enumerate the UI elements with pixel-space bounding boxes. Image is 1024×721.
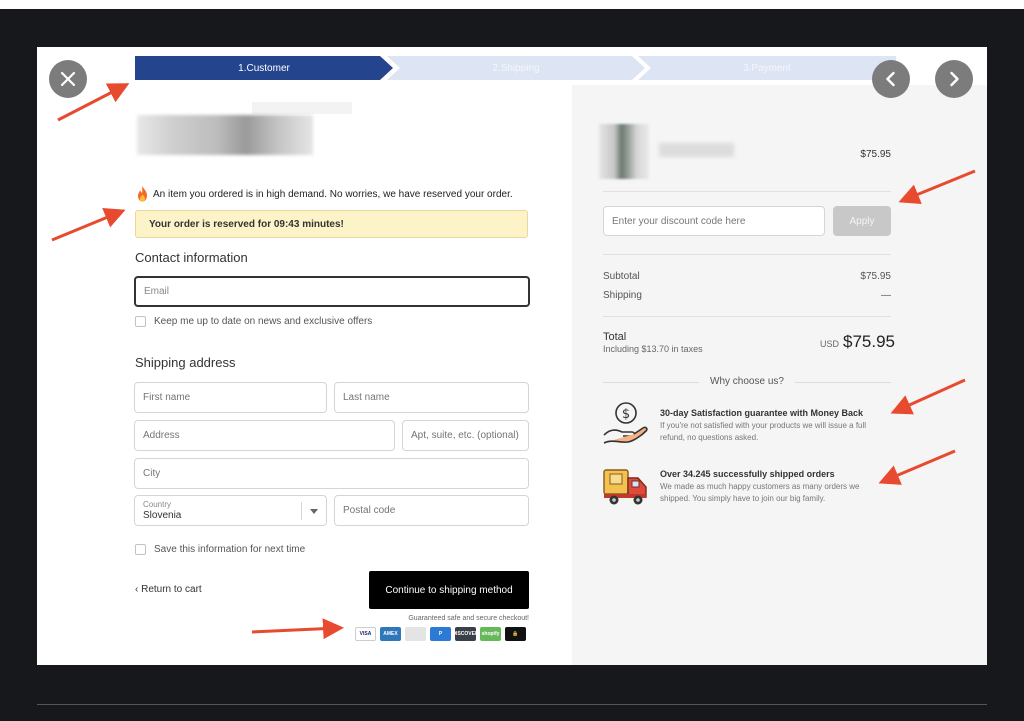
step-label: 3.Payment [743,62,791,74]
total-label: Total [603,331,627,343]
chevron-down-icon [310,509,318,514]
city-placeholder: City [143,468,161,479]
next-button[interactable] [935,60,973,98]
last-name-field[interactable]: Last name [334,382,529,413]
discount-code-input[interactable]: Enter your discount code here [603,206,825,236]
reservation-banner: Your order is reserved for 09:43 minutes… [135,210,528,238]
step-label: 1.Customer [238,62,290,74]
money-back-icon: $ [603,402,648,444]
save-info-label: Save this information for next time [154,544,306,555]
postal-code-field[interactable]: Postal code [334,495,529,526]
city-field[interactable]: City [134,458,529,489]
lock-icon: 🔒 [505,627,526,641]
divider [603,316,891,317]
step-shipping[interactable]: 2.Shipping [387,56,645,80]
shipping-heading: Shipping address [135,355,236,370]
subtotal-label: Subtotal [603,271,640,282]
svg-text:$: $ [622,407,630,422]
continue-to-shipping-button[interactable]: Continue to shipping method [369,571,529,609]
return-to-cart-link[interactable]: ‹ Return to cart [135,584,202,595]
subtotal-value: $75.95 [860,271,891,282]
contact-heading: Contact information [135,250,248,265]
card-icon [405,627,426,641]
payment-icons: VISA AMEX P DISCOVER shopify 🔒 [355,627,526,641]
fire-icon [138,186,147,202]
apt-field[interactable]: Apt, suite, etc. (optional) [402,420,529,451]
chevron-right-icon [950,71,959,87]
shopify-icon: shopify [480,627,501,641]
newsletter-label: Keep me up to date on news and exclusive… [154,316,373,327]
blurred-store-logo [137,115,313,155]
postal-placeholder: Postal code [343,505,396,516]
email-field[interactable]: Email [134,276,530,307]
first-name-placeholder: First name [143,392,191,403]
apt-placeholder: Apt, suite, etc. (optional) [411,430,519,441]
step-payment[interactable]: 3.Payment [638,56,896,80]
save-info-row[interactable]: Save this information for next time [135,544,305,555]
feature-title: 30-day Satisfaction guarantee with Money… [660,408,864,418]
secure-checkout-text: Guaranteed safe and secure checkout! [408,615,529,622]
product-thumbnail [599,124,649,179]
bottom-divider [37,704,987,705]
blurred-logo-top [252,102,352,114]
country-label: Country [143,499,172,509]
newsletter-checkbox[interactable] [135,316,146,327]
save-info-checkbox[interactable] [135,544,146,555]
country-select[interactable]: Country Slovenia [134,495,327,526]
step-customer[interactable]: 1.Customer [135,56,393,80]
paypal-icon: P [430,627,451,641]
reservation-text: Your order is reserved for 09:43 minutes… [149,218,344,230]
top-strip [0,0,1024,9]
divider-line [795,382,891,383]
shipping-value: — [881,290,891,301]
feature-description: We made as much happy customers as many … [660,482,860,503]
discover-icon: DISCOVER [452,627,479,641]
select-divider [301,502,302,520]
discount-placeholder: Enter your discount code here [612,215,746,227]
newsletter-row[interactable]: Keep me up to date on news and exclusive… [135,316,372,327]
demand-text: An item you ordered is in high demand. N… [153,188,513,200]
apply-discount-button[interactable]: Apply [833,206,891,236]
why-choose-us-divider: Why choose us? [603,376,891,388]
feature-description: If you're not satisfied with your produc… [660,421,867,442]
tax-text: Including $13.70 in taxes [603,344,703,354]
previous-button[interactable] [872,60,910,98]
address-field[interactable]: Address [134,420,395,451]
step-label: 2.Shipping [492,62,540,74]
last-name-placeholder: Last name [343,392,390,403]
total-amount: $75.95 [843,332,895,351]
high-demand-notice: An item you ordered is in high demand. N… [136,186,513,202]
email-placeholder: Email [144,286,170,297]
chevron-left-icon [886,71,895,87]
checkout-screenshot: 1.Customer 2.Shipping 3.Payment An item … [37,47,987,665]
close-button[interactable] [49,60,87,98]
divider [603,254,891,255]
currency-code: USD [820,339,840,349]
item-price: $75.95 [860,149,891,160]
country-value: Slovenia [143,509,182,521]
close-icon [60,71,76,87]
address-placeholder: Address [143,430,180,441]
first-name-field[interactable]: First name [134,382,327,413]
shipping-label: Shipping [603,290,642,301]
apply-label: Apply [849,215,875,227]
feature-title: Over 34.245 successfully shipped orders [660,469,835,479]
amex-icon: AMEX [380,627,401,641]
blurred-product-name [659,143,734,157]
continue-label: Continue to shipping method [385,584,513,596]
divider [603,191,891,192]
delivery-truck-icon [603,469,647,505]
visa-icon: VISA [355,627,376,641]
